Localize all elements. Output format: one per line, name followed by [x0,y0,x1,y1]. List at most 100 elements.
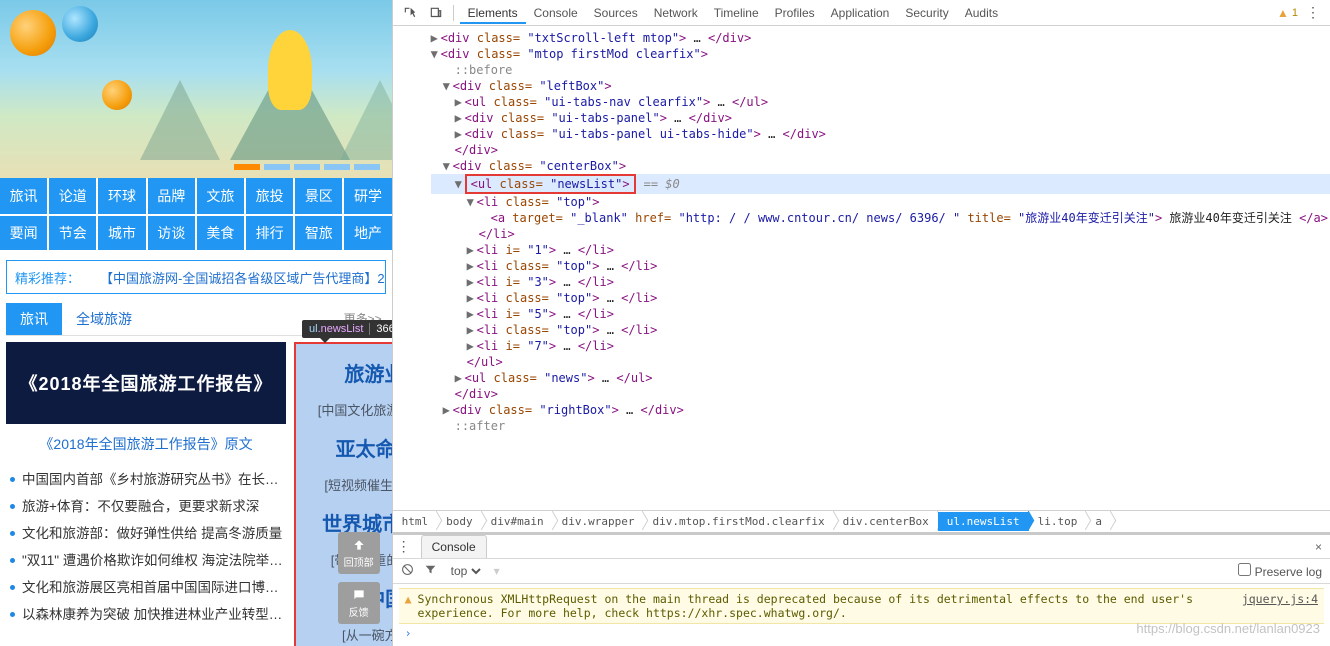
devtools-tab[interactable]: Elements [460,2,526,24]
carousel-dot[interactable] [294,164,320,170]
news-headline[interactable]: 旅游业40年变迁引关 [306,358,393,392]
clear-console-icon[interactable] [401,563,414,579]
devtools-tab[interactable]: Console [526,2,586,24]
nav-item[interactable]: 排行 [246,214,295,250]
dom-node[interactable]: <a target= "_blank" href= "http: / / www… [431,210,1330,226]
nav-item[interactable]: 品牌 [148,178,197,214]
dom-node[interactable]: ▶<ul class= "ui-tabs-nav clearfix"> … </… [431,94,1330,110]
devtools-tab[interactable]: Network [646,2,706,24]
dom-node[interactable]: </div> [431,386,1330,402]
tab-news[interactable]: 旅讯 [6,303,62,335]
feedback-button[interactable]: 反馈 [338,582,380,624]
devtools-tab[interactable]: Security [897,2,956,24]
nav-item[interactable]: 旅投 [246,178,295,214]
nav-item[interactable]: 文旅 [197,178,246,214]
nav-item[interactable]: 节会 [49,214,98,250]
dom-node[interactable]: ▶<li class= "top"> … </li> [431,322,1330,338]
dom-node[interactable]: ▶<li i= "7"> … </li> [431,338,1330,354]
devtools-tab[interactable]: Application [823,2,898,24]
article-item[interactable]: 旅游+体育：不仅要融合，更要求新求深 [10,493,286,520]
dom-node[interactable]: ▼<li class= "top"> [431,194,1330,210]
back-to-top-button[interactable]: 回顶部 [338,532,380,574]
nav-item[interactable]: 论道 [49,178,98,214]
dom-node[interactable]: ▶<li class= "top"> … </li> [431,258,1330,274]
article-item[interactable]: 文化和旅游部：做好弹性供给 提高冬游质量 [10,520,286,547]
breadcrumb-item[interactable]: div#main [482,512,553,531]
dom-node[interactable]: </div> [431,142,1330,158]
breadcrumb-item[interactable]: ul.newsList [938,512,1029,531]
breadcrumb-item[interactable]: div.wrapper [553,512,644,531]
article-item[interactable]: 以森林康养为突破 加快推进林业产业转型升级 [10,601,286,628]
console-prompt[interactable]: › [399,624,1324,642]
dom-node[interactable]: ::after [431,418,1330,434]
dom-node[interactable]: ▶<li i= "5"> … </li> [431,306,1330,322]
devtools-tab[interactable]: Audits [957,2,1006,24]
breadcrumb-item[interactable]: body [437,512,482,531]
dom-node[interactable]: ▶<div class= "txtScroll-left mtop"> … </… [431,30,1330,46]
console-scope-select[interactable]: top [447,563,484,579]
nav-item[interactable]: 智旅 [295,214,344,250]
nav-item[interactable]: 研学 [344,178,391,214]
warning-source-link[interactable]: jquery.js:4 [1242,592,1318,620]
dom-node[interactable]: ▼<div class= "centerBox"> [431,158,1330,174]
devtools-tab[interactable]: Profiles [767,2,823,24]
news-subline[interactable]: [短视频催生旅游 "新经济"] [文化创意市 [306,475,393,494]
elements-tree[interactable]: ▶<div class= "txtScroll-left mtop"> … </… [393,26,1330,510]
nav-item[interactable]: 旅讯 [0,178,49,214]
breadcrumb-item[interactable]: html [393,512,438,531]
promo-title[interactable]: 《2018年全国旅游工作报告》原文 [6,434,286,454]
carousel-dot[interactable] [264,164,290,170]
breadcrumb-item[interactable]: div.centerBox [834,512,938,531]
console-warning-row[interactable]: ▲ Synchronous XMLHttpRequest on the main… [399,588,1324,624]
carousel-dot[interactable] [354,164,380,170]
devtools-menu-icon[interactable]: ⋮ [1302,4,1324,21]
dom-node[interactable]: ▶<li i= "1"> … </li> [431,242,1330,258]
filter-icon[interactable] [424,563,437,579]
dom-node[interactable]: ▶<ul class= "news"> … </ul> [431,370,1330,386]
dom-node[interactable]: ▼<ul class= "newsList">== $0 [431,174,1330,194]
dom-node[interactable]: </ul> [431,354,1330,370]
breadcrumb-item[interactable]: a [1086,512,1111,531]
carousel-dots[interactable] [234,164,380,170]
carousel-dot[interactable] [324,164,350,170]
article-item[interactable]: 中国国内首部《乡村旅游研究丛书》在长首发 [10,466,286,493]
console-tab[interactable]: Console [421,535,487,558]
console-menu-icon[interactable]: ⋮ [393,538,415,555]
nav-item[interactable]: 美食 [197,214,246,250]
nav-item[interactable]: 景区 [295,178,344,214]
warning-count[interactable]: ▲1 [1277,6,1298,20]
article-item[interactable]: "双11" 遭遇价格欺诈如何维权 海淀法院举案说 [10,547,286,574]
nav-item[interactable]: 地产 [344,214,391,250]
dom-node[interactable]: ▶<li class= "top"> … </li> [431,290,1330,306]
nav-item[interactable]: 访谈 [148,214,197,250]
carousel-dot[interactable] [234,164,260,170]
breadcrumb-item[interactable]: div.mtop.firstMod.clearfix [643,512,833,531]
article-item[interactable]: 文化和旅游展区亮相首届中国国际进口博览会 [10,574,286,601]
tab-global[interactable]: 全域旅游 [62,303,146,335]
dom-node[interactable]: ▶<div class= "rightBox"> … </div> [431,402,1330,418]
news-subline[interactable]: [中国文化旅游产业的新机] [共享经济如何 [306,400,393,419]
dom-node[interactable]: ▶<div class= "ui-tabs-panel"> … </div> [431,110,1330,126]
close-icon[interactable]: × [1307,540,1330,554]
dom-node[interactable]: ▶<div class= "ui-tabs-panel ui-tabs-hide… [431,126,1330,142]
nav-item[interactable]: 环球 [98,178,147,214]
recommend-items[interactable]: 【中国旅游网-全国诚招各省级区域广告代理商】2017中国旅游传媒行 [100,268,386,287]
dom-node[interactable]: ::before [431,62,1330,78]
devtools-tab[interactable]: Sources [586,2,646,24]
news-subline[interactable]: [从一碗方便面看消费挖潜] [哈 是 [306,625,393,644]
dom-node[interactable]: ▼<div class= "leftBox"> [431,78,1330,94]
nav-item[interactable]: 城市 [98,214,147,250]
dom-node[interactable]: </li> [431,226,1330,242]
inspect-element-icon[interactable] [399,2,421,24]
breadcrumb-item[interactable]: li.top [1029,512,1087,531]
nav-item[interactable]: 要闻 [0,214,49,250]
promo-banner[interactable]: 《2018年全国旅游工作报告》 [6,342,286,424]
device-toggle-icon[interactable] [425,2,447,24]
mountain-decoration [140,40,392,160]
devtools-pane: ElementsConsoleSourcesNetworkTimelinePro… [393,0,1330,646]
dom-node[interactable]: ▶<li i= "3"> … </li> [431,274,1330,290]
devtools-tab[interactable]: Timeline [706,2,767,24]
dom-node[interactable]: ▼<div class= "mtop firstMod clearfix"> [431,46,1330,62]
news-headline[interactable]: 亚太命运共同体助推旅 [306,433,393,467]
preserve-log-checkbox[interactable]: Preserve log [1238,563,1322,579]
